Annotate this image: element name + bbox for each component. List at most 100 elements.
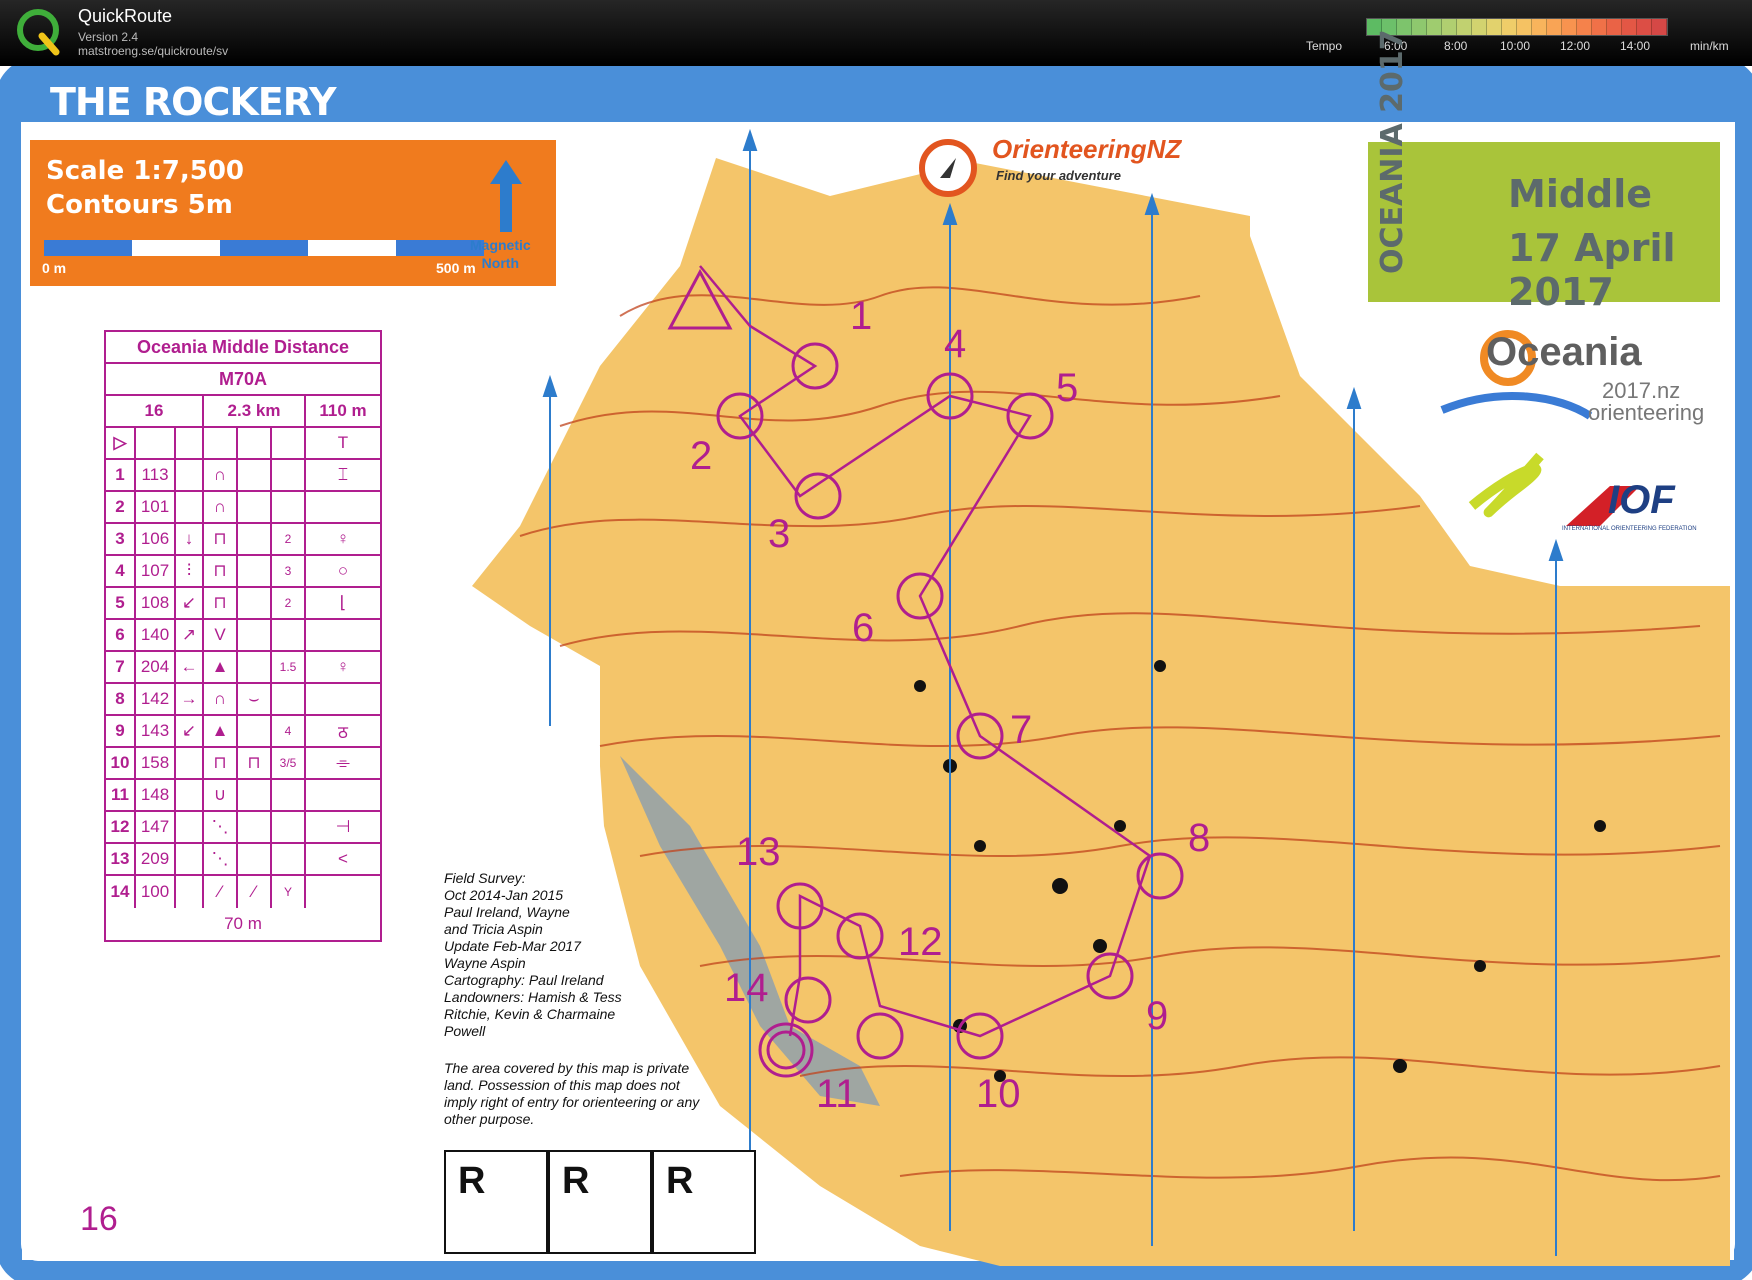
cd-cell-code: 107 xyxy=(136,556,176,586)
cd-cell-c: ← xyxy=(176,652,204,682)
cd-cell-code: 101 xyxy=(136,492,176,522)
cd-cell-n: 8 xyxy=(106,684,136,714)
cd-class: M70A xyxy=(106,364,380,396)
survey-line: Wayne Aspin xyxy=(444,955,526,971)
cd-cell-f: 4 xyxy=(272,716,306,746)
tempo-color-cell xyxy=(1562,19,1577,35)
cd-cell-h: ⊣ xyxy=(335,817,351,836)
cd-cell-h: ♀ xyxy=(336,657,350,676)
cd-cell-f xyxy=(272,780,306,810)
cd-control-row: 9 143 ↙ ▲ 4 ठ xyxy=(106,716,380,748)
cd-cell-n: 13 xyxy=(106,844,136,874)
punch-box: R xyxy=(652,1150,756,1254)
cd-cell-code: 143 xyxy=(136,716,176,746)
cd-cell-f: 1.5 xyxy=(272,652,306,682)
cd-control-row: 4 107 ⫶ ⊓ 3 ○ xyxy=(106,556,380,588)
tempo-color-scale[interactable] xyxy=(1366,18,1668,36)
cd-cell-code: 142 xyxy=(136,684,176,714)
survey-line: Ritchie, Kevin & Charmaine xyxy=(444,1006,616,1022)
survey-line: Paul Ireland, Wayne xyxy=(444,904,570,920)
cd-cell-c xyxy=(176,460,204,490)
tempo-color-cell xyxy=(1502,19,1517,35)
cd-cell-c xyxy=(176,812,204,842)
survey-line: Landowners: Hamish & Tess xyxy=(444,989,622,1005)
app-version: Version 2.4 xyxy=(78,30,139,44)
cd-cell-d: ⊓ xyxy=(204,748,238,778)
map-canvas[interactable]: THE ROCKERY Scale 1:7,500 Contours 5m 0 … xyxy=(0,29,1752,1280)
cd-cell-n: 7 xyxy=(106,652,136,682)
control-label: 14 xyxy=(724,966,769,1010)
app-toolbar: QuickRoute Version 2.4 matstroeng.se/qui… xyxy=(0,0,1752,64)
map-title: THE ROCKERY xyxy=(50,80,336,124)
cd-cell-c: ⫶ xyxy=(176,556,204,586)
cd-cell-h: ⌊ xyxy=(339,593,347,612)
app-url-link[interactable]: matstroeng.se/quickroute/sv xyxy=(78,44,228,58)
control-label: 13 xyxy=(736,830,781,874)
cd-cell-e xyxy=(238,620,272,650)
field-survey-credits: Field Survey: Oct 2014-Jan 2015 Paul Irela… xyxy=(444,870,694,1040)
cd-cell-c: ↗ xyxy=(176,620,204,650)
cd-cell-f xyxy=(272,684,306,714)
cd-cell-e xyxy=(238,780,272,810)
survey-line: Cartography: Paul Ireland xyxy=(444,972,604,988)
cd-cell-n: 12 xyxy=(106,812,136,842)
cd-cell-f xyxy=(272,620,306,650)
cd-cell-e: ⌣ xyxy=(238,684,272,714)
cd-climb: 110 m xyxy=(319,401,367,420)
tempo-tick: 14:00 xyxy=(1620,39,1651,53)
cd-cell-e xyxy=(238,556,272,586)
contour-text: Contours 5m xyxy=(46,190,233,220)
cd-control-row: 6 140 ↗ V xyxy=(106,620,380,652)
iof-logo-text: IOF xyxy=(1608,478,1675,522)
control-label: 1 xyxy=(850,294,873,338)
scale-start: 0 m xyxy=(42,260,67,276)
cd-cell-d: ∩ xyxy=(204,492,238,522)
cd-control-row: 3 106 ↓ ⊓ 2 ♀ xyxy=(106,524,380,556)
cd-cell-h xyxy=(306,620,380,650)
cd-cell-code: 158 xyxy=(136,748,176,778)
cd-cell-c xyxy=(176,748,204,778)
cd-finish-row: 70 m xyxy=(106,908,380,940)
cd-length: 2.3 km xyxy=(204,396,306,426)
tempo-color-cell xyxy=(1652,19,1667,35)
cd-control-row: 7 204 ← ▲ 1.5 ♀ xyxy=(106,652,380,684)
tempo-color-cell xyxy=(1547,19,1562,35)
cd-cell-d: ⊓ xyxy=(204,588,238,618)
cd-cell-c xyxy=(176,780,204,810)
tempo-color-cell xyxy=(1607,19,1622,35)
cd-cell-e xyxy=(238,460,272,490)
control-label: 2 xyxy=(690,434,713,478)
survey-line: Powell xyxy=(444,1023,486,1039)
cd-cell-h: ⌯ xyxy=(336,753,350,772)
tempo-color-cell xyxy=(1592,19,1607,35)
cd-cell-n: 3 xyxy=(106,524,136,554)
cd-cell-n: 10 xyxy=(106,748,136,778)
cd-cell-e xyxy=(238,652,272,682)
control-label: 4 xyxy=(944,322,967,366)
cd-cell-h: ♀ xyxy=(336,529,350,548)
tempo-color-cell xyxy=(1472,19,1487,35)
control-label: 8 xyxy=(1188,816,1211,860)
cd-course-no: 16 xyxy=(106,396,204,426)
cd-cell-f xyxy=(272,492,306,522)
cd-event: Oceania Middle Distance xyxy=(106,332,380,364)
cd-cell-e: ⁄ xyxy=(238,876,272,908)
cd-cell-c xyxy=(176,844,204,874)
scale-text: Scale 1:7,500 xyxy=(46,156,245,186)
tempo-color-cell xyxy=(1412,19,1427,35)
survey-line: Oct 2014-Jan 2015 xyxy=(444,887,564,903)
cd-cell-c: → xyxy=(176,684,204,714)
cd-cell-f xyxy=(272,844,306,874)
cd-cell-code: 147 xyxy=(136,812,176,842)
tempo-tick: 8:00 xyxy=(1444,39,1468,53)
cd-cell-d: ⊓ xyxy=(204,556,238,586)
control-label: 3 xyxy=(768,512,791,556)
cd-cell-code: 148 xyxy=(136,780,176,810)
scale-panel: Scale 1:7,500 Contours 5m 0 m 500 m Magn… xyxy=(30,140,556,286)
cd-cell-f: 2 xyxy=(272,524,306,554)
cd-cell-f xyxy=(272,460,306,490)
control-label: 10 xyxy=(976,1072,1021,1116)
cd-cell-e xyxy=(238,716,272,746)
control-label: 6 xyxy=(852,606,875,650)
onz-tagline: Find your adventure xyxy=(996,168,1121,183)
